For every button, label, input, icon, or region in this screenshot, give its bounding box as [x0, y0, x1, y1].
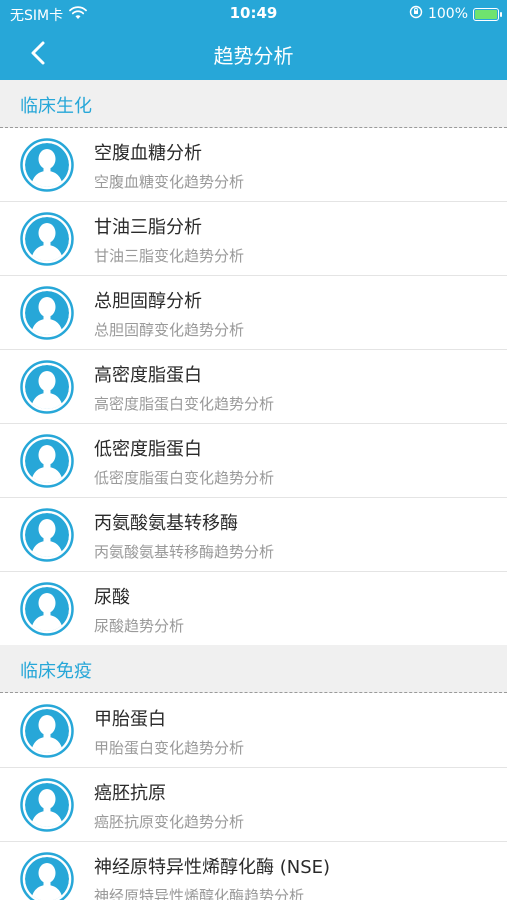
item-subtitle: 癌胚抗原变化趋势分析	[94, 813, 245, 831]
list-item[interactable]: 尿酸 尿酸趋势分析	[0, 572, 507, 646]
item-subtitle: 总胆固醇变化趋势分析	[94, 321, 245, 339]
item-title: 尿酸	[94, 587, 130, 608]
page-title: 趋势分析	[213, 44, 294, 68]
list-item[interactable]: 高密度脂蛋白 高密度脂蛋白变化趋势分析	[0, 350, 507, 424]
user-avatar-icon	[20, 138, 74, 192]
item-title: 甲胎蛋白	[94, 709, 166, 730]
battery-percent: 100%	[427, 6, 468, 22]
user-avatar-icon	[20, 434, 74, 488]
section-title: 临床免疫	[20, 661, 92, 682]
item-title: 总胆固醇分析	[94, 291, 202, 312]
orientation-lock-icon	[409, 5, 423, 23]
list-item[interactable]: 丙氨酸氨基转移酶 丙氨酸氨基转移酶趋势分析	[0, 498, 507, 572]
status-bar: 无SIM卡 10:49 100%	[0, 0, 507, 28]
user-avatar-icon	[20, 286, 74, 340]
item-subtitle: 丙氨酸氨基转移酶趋势分析	[94, 543, 275, 561]
user-avatar-icon	[20, 852, 74, 900]
item-title: 丙氨酸氨基转移酶	[94, 513, 238, 534]
list-item[interactable]: 总胆固醇分析 总胆固醇变化趋势分析	[0, 276, 507, 350]
user-avatar-icon	[20, 212, 74, 266]
list-item[interactable]: 空腹血糖分析 空腹血糖变化趋势分析	[0, 128, 507, 202]
user-avatar-icon	[20, 508, 74, 562]
item-title: 低密度脂蛋白	[94, 439, 202, 460]
item-title: 高密度脂蛋白	[94, 365, 202, 386]
user-avatar-icon	[20, 582, 74, 636]
item-subtitle: 尿酸趋势分析	[94, 617, 185, 635]
status-right: 100%	[409, 5, 502, 23]
nav-bar: 趋势分析	[0, 28, 507, 80]
list-item[interactable]: 甘油三脂分析 甘油三脂变化趋势分析	[0, 202, 507, 276]
list-item[interactable]: 神经原特异性烯醇化酶 (NSE) 神经原特异性烯醇化酶趋势分析	[0, 842, 507, 900]
app-header: 无SIM卡 10:49 100% 趋势分析	[0, 0, 507, 80]
item-subtitle: 低密度脂蛋白变化趋势分析	[94, 469, 275, 487]
item-subtitle: 空腹血糖变化趋势分析	[94, 173, 245, 191]
user-avatar-icon	[20, 704, 74, 758]
section-header-clinical-immunology: 临床免疫	[0, 645, 507, 693]
item-title: 空腹血糖分析	[94, 143, 202, 164]
battery-level-fill	[475, 9, 497, 19]
item-title: 癌胚抗原	[94, 783, 166, 804]
user-avatar-icon	[20, 778, 74, 832]
item-title: 神经原特异性烯醇化酶 (NSE)	[94, 857, 331, 878]
item-subtitle: 神经原特异性烯醇化酶趋势分析	[94, 887, 305, 900]
battery-cap	[500, 11, 502, 17]
section-title: 临床生化	[20, 96, 92, 117]
item-subtitle: 甘油三脂变化趋势分析	[94, 247, 245, 265]
section-header-clinical-biochem: 临床生化	[0, 80, 507, 128]
list-item[interactable]: 癌胚抗原 癌胚抗原变化趋势分析	[0, 768, 507, 842]
list-item[interactable]: 低密度脂蛋白 低密度脂蛋白变化趋势分析	[0, 424, 507, 498]
battery-icon	[473, 7, 502, 21]
user-avatar-icon	[20, 360, 74, 414]
list-item[interactable]: 甲胎蛋白 甲胎蛋白变化趋势分析	[0, 694, 507, 768]
item-title: 甘油三脂分析	[94, 217, 202, 238]
item-subtitle: 甲胎蛋白变化趋势分析	[94, 739, 245, 757]
item-subtitle: 高密度脂蛋白变化趋势分析	[94, 395, 275, 413]
